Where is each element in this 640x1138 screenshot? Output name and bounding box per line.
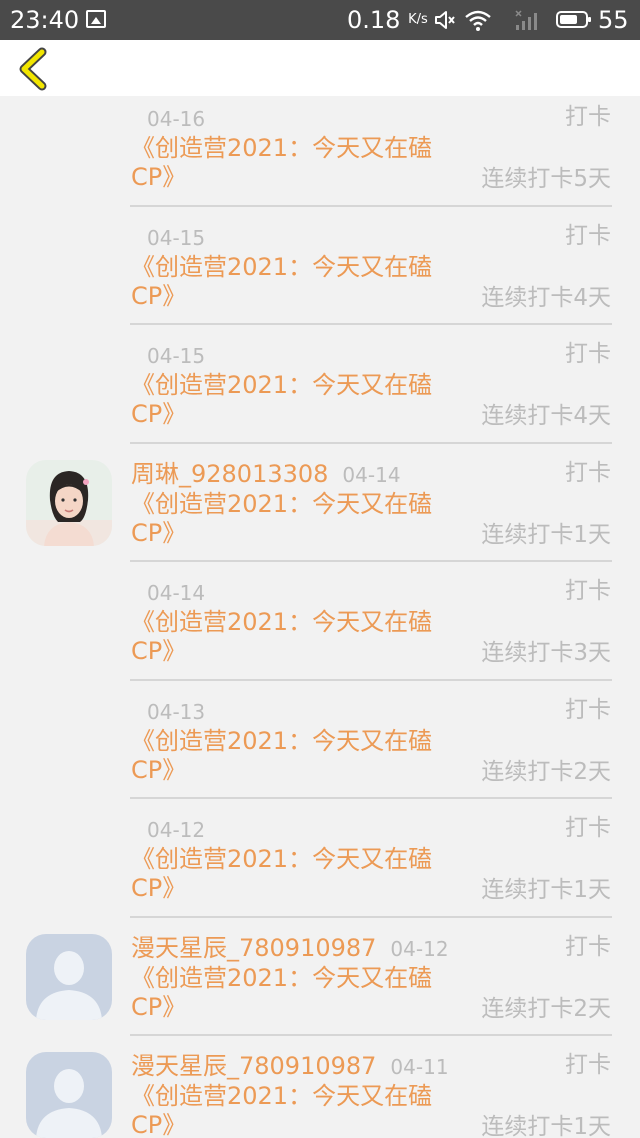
checkin-streak: 连续打卡1天 [481, 877, 611, 903]
mute-icon [435, 11, 455, 29]
feed-item[interactable]: 04-14 打卡《创造营2021：今天又在磕CP》连续打卡3天 [0, 562, 640, 681]
checkin-streak: 连续打卡5天 [481, 166, 611, 192]
activity-type: 打卡 [565, 815, 611, 841]
checkin-streak: 连续打卡1天 [481, 1114, 611, 1138]
post-date: 04-12 [390, 936, 449, 961]
user-name[interactable]: 漫天星辰_780910987 [131, 1051, 376, 1081]
post-date: 04-15 [147, 225, 206, 250]
checkin-streak: 连续打卡2天 [481, 995, 611, 1022]
checkin-streak: 连续打卡4天 [481, 284, 611, 311]
top-bar [0, 40, 640, 96]
default-avatar-icon [26, 1052, 112, 1138]
checkin-feed[interactable]: 04-16 打卡 《创造营2021：今天又在磕CP》 连续打卡5天 04-15 打卡 《创造… [0, 40, 640, 1138]
wifi-icon [465, 10, 491, 31]
activity-type: 打卡 [565, 933, 611, 960]
network-speed-value: 0.18 [347, 6, 401, 34]
show-title-link[interactable]: 《创造营2021：今天又在磕CP》 [131, 1082, 441, 1138]
avatar[interactable] [26, 459, 112, 546]
post-date: 04-14 [342, 462, 401, 487]
activity-type: 打卡 [565, 1052, 611, 1078]
checkin-feed-items: 04-16 打卡 《创造营2021：今天又在磕CP》 连续打卡5天 04-15 打卡 《创造… [0, 88, 640, 1138]
checkin-streak: 连续打卡1天 [481, 521, 611, 548]
show-title-link[interactable]: 《创造营2021：今天又在磕CP》 [131, 253, 441, 311]
activity-type: 打卡 [565, 341, 611, 367]
image-icon [86, 10, 106, 28]
back-button[interactable] [14, 46, 54, 92]
feed-item[interactable]: 04-15 打卡《创造营2021：今天又在磕CP》连续打卡4天 [0, 325, 640, 444]
battery-icon [556, 11, 591, 28]
avatar[interactable] [26, 933, 112, 1020]
activity-type: 打卡 [565, 222, 611, 249]
user-name[interactable]: 漫天星辰_780910987 [131, 933, 376, 963]
show-title-link[interactable]: 《创造营2021：今天又在磕CP》 [131, 371, 441, 429]
post-date: 04-14 [147, 581, 206, 605]
checkin-streak: 连续打卡2天 [481, 758, 611, 785]
show-title-link[interactable]: 《创造营2021：今天又在磕CP》 [131, 727, 441, 785]
checkin-streak: 连续打卡4天 [481, 403, 611, 429]
status-time: 23:40 [10, 6, 80, 34]
activity-type: 打卡 [565, 578, 611, 604]
post-date: 04-16 [147, 107, 206, 131]
post-date: 04-12 [147, 818, 206, 842]
user-name[interactable]: 周琳_928013308 [131, 459, 328, 489]
avatar[interactable] [26, 1052, 112, 1138]
show-title-link[interactable]: 《创造营2021：今天又在磕CP》 [131, 134, 441, 192]
show-title-link[interactable]: 《创造营2021：今天又在磕CP》 [131, 490, 441, 548]
feed-item[interactable]: 04-15 打卡《创造营2021：今天又在磕CP》连续打卡4天 [0, 207, 640, 325]
network-speed-unit: K/s [408, 12, 428, 27]
checkin-streak: 连续打卡3天 [481, 640, 611, 666]
status-bar: 23:40 0.18 K/s 55 [0, 0, 640, 40]
battery-percent: 55 [598, 6, 629, 34]
show-title-link[interactable]: 《创造营2021：今天又在磕CP》 [131, 608, 441, 666]
post-date: 04-11 [390, 1055, 449, 1079]
post-date: 04-15 [147, 344, 206, 368]
default-avatar-icon [26, 933, 112, 1020]
activity-type: 打卡 [565, 696, 611, 723]
feed-item[interactable]: 周琳_928013308 04-14 打卡《创造营2021：今天又在磕CP》连续打卡… [0, 444, 640, 562]
feed-item[interactable]: 04-12 打卡《创造营2021：今天又在磕CP》连续打卡1天 [0, 799, 640, 918]
chevron-left-icon [19, 47, 47, 91]
show-title-link[interactable]: 《创造营2021：今天又在磕CP》 [131, 964, 441, 1022]
activity-type: 打卡 [565, 459, 611, 486]
feed-item[interactable]: 漫天星辰_780910987 04-11 打卡《创造营2021：今天又在磕CP》连续… [0, 1036, 640, 1138]
feed-item[interactable]: 04-13 打卡《创造营2021：今天又在磕CP》连续打卡2天 [0, 681, 640, 799]
user-photo [26, 459, 112, 546]
network-speed: 0.18 K/s [347, 5, 428, 35]
show-title-link[interactable]: 《创造营2021：今天又在磕CP》 [131, 845, 441, 903]
feed-item[interactable]: 04-16 打卡《创造营2021：今天又在磕CP》连续打卡5天 [0, 88, 640, 207]
feed-item[interactable]: 漫天星辰_780910987 04-12 打卡《创造营2021：今天又在磕CP》连续… [0, 918, 640, 1036]
activity-type: 打卡 [565, 104, 611, 130]
post-date: 04-13 [147, 699, 206, 724]
signal-icon [515, 10, 537, 30]
